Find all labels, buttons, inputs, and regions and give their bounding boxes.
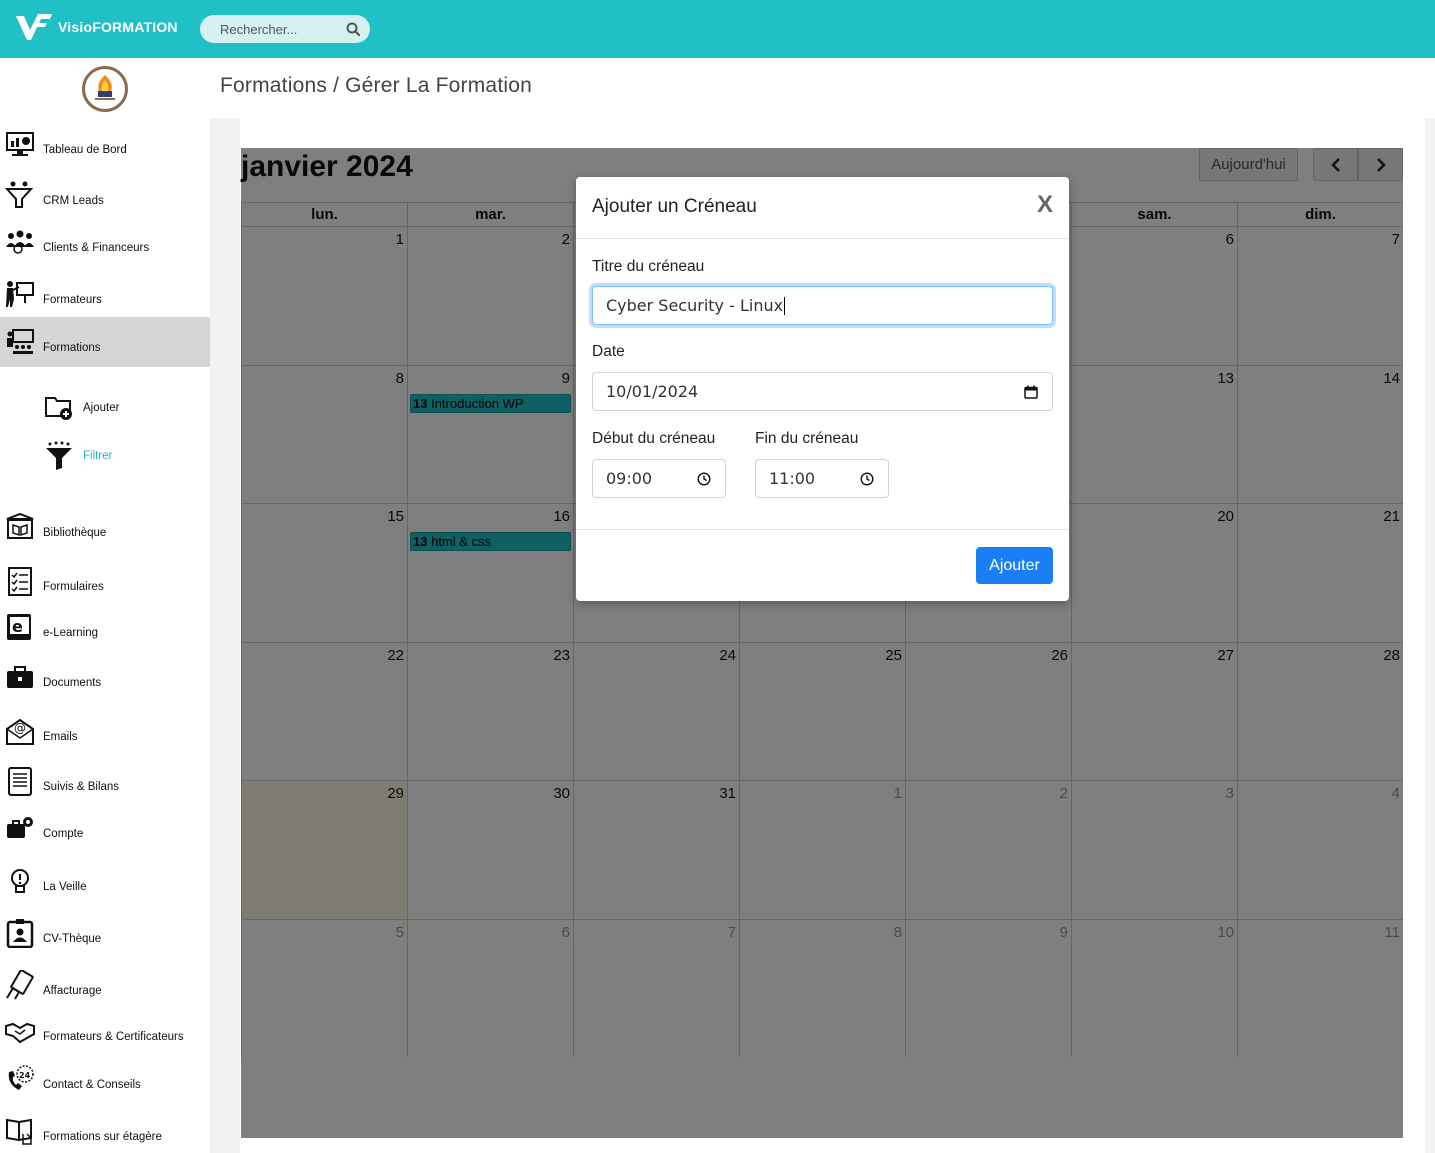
- svg-text:e: e: [12, 617, 23, 636]
- sidebar-item-cv-th-que[interactable]: CV-Thèque: [0, 914, 210, 952]
- elearning-book-icon: e: [7, 614, 31, 640]
- search-icon[interactable]: [346, 22, 360, 36]
- sidebar-item-formations-sur-tag-re[interactable]: Formations sur étagère: [0, 1112, 210, 1150]
- brand-name: VisioFORMATION: [58, 19, 178, 35]
- sidebar-item-clients-financeurs[interactable]: Clients & Financeurs: [0, 224, 210, 260]
- search-box: [200, 15, 370, 43]
- sidebar-item-label: Bibliothèque: [43, 527, 107, 539]
- sidebar-item-tableau-de-bord[interactable]: Tableau de Bord: [0, 128, 210, 160]
- slot-title-input[interactable]: Cyber Security - Linux: [592, 286, 1053, 325]
- sidebar-item-formateurs-certificateurs[interactable]: Formateurs & Certificateurs: [0, 1014, 210, 1048]
- add-slot-button[interactable]: Ajouter: [976, 547, 1053, 584]
- sidebar-subitem-filtrer[interactable]: Filtrer: [0, 438, 210, 476]
- app-logo[interactable]: VisioFORMATION: [14, 12, 178, 42]
- sidebar-item-crm-leads[interactable]: CRM Leads: [0, 172, 210, 218]
- sidebar-item-emails[interactable]: @ Emails: [0, 710, 210, 752]
- sidebar-item-label: Contact & Conseils: [43, 1079, 141, 1091]
- end-time-value: 11:00: [769, 469, 816, 488]
- trainer-board-icon: [6, 281, 34, 307]
- date-value: 10/01/2024: [606, 382, 699, 401]
- end-time-label: Fin du créneau: [755, 430, 859, 447]
- account-gear-icon: [7, 817, 33, 838]
- svg-text:@: @: [14, 721, 26, 735]
- slot-title-value: Cyber Security - Linux: [606, 296, 784, 315]
- sidebar-item-label: Tableau de Bord: [43, 144, 127, 156]
- book-hand-icon: [6, 1118, 32, 1145]
- library-icon: [6, 512, 34, 539]
- search-input[interactable]: [200, 15, 340, 43]
- badge-id-icon: [6, 919, 34, 948]
- sidebar-item-compte[interactable]: Compte: [0, 810, 210, 846]
- date-label: Date: [592, 343, 625, 360]
- start-time-input[interactable]: 09:00: [592, 459, 726, 498]
- form-checklist-icon: [8, 567, 32, 596]
- folder-add-icon: [45, 397, 72, 420]
- date-input[interactable]: 10/01/2024: [592, 372, 1053, 411]
- funnel-people-icon: [5, 181, 34, 208]
- sidebar-item-label: e-Learning: [43, 627, 98, 639]
- sidebar-item-label: Formateurs: [43, 294, 102, 306]
- sidebar-item-label: Affacturage: [43, 985, 102, 997]
- sidebar-item-label: Emails: [43, 731, 78, 743]
- filter-funnel-icon: [46, 441, 72, 470]
- sidebar-item-la-veille[interactable]: La Veille: [0, 862, 210, 900]
- sidebar-item-documents[interactable]: Documents: [0, 658, 210, 696]
- add-slot-modal: Ajouter un Créneau X Titre du créneau Cy…: [576, 177, 1069, 601]
- svg-text:24: 24: [19, 1071, 31, 1080]
- modal-footer-divider: [576, 529, 1069, 530]
- modal-title: Ajouter un Créneau: [592, 196, 757, 217]
- lightbulb-icon: [11, 869, 29, 893]
- sidebar-item-label: Formations: [43, 342, 101, 354]
- modal-header: Ajouter un Créneau X: [576, 177, 1069, 239]
- slot-title-label: Titre du créneau: [592, 258, 705, 275]
- sidebar-item-label: Formulaires: [43, 581, 104, 593]
- sidebar-subitem-ajouter[interactable]: Ajouter: [0, 390, 210, 428]
- sidebar-item-e-learning[interactable]: e e-Learning: [0, 608, 210, 646]
- sidebar-item-label: Formations sur étagère: [43, 1131, 162, 1143]
- sidebar-item-formateurs[interactable]: Formateurs: [0, 276, 210, 312]
- classroom-icon: [7, 329, 34, 354]
- sidebar-item-biblioth-que[interactable]: Bibliothèque: [0, 510, 210, 544]
- organization-logo: [82, 66, 128, 112]
- end-time-input[interactable]: 11:00: [755, 459, 889, 498]
- sidebar-item-label: Documents: [43, 677, 102, 689]
- start-time-value: 09:00: [606, 469, 653, 488]
- sidebar-item-label: CV-Thèque: [43, 933, 102, 945]
- breadcrumb: Formations / Gérer La Formation: [220, 74, 532, 97]
- handshake-icon: [5, 1022, 35, 1044]
- sidebar-subitem-label: Filtrer: [83, 450, 113, 462]
- sidebar-item-label: La Veille: [43, 881, 87, 893]
- sidebar-item-contact-conseils[interactable]: 24 Contact & Conseils: [0, 1062, 210, 1096]
- sidebar-item-label: Clients & Financeurs: [43, 242, 150, 254]
- sidebar-item-label: Compte: [43, 828, 84, 840]
- briefcase-icon: [7, 666, 33, 688]
- text-cursor: [784, 296, 786, 315]
- report-tablet-icon: [8, 767, 32, 796]
- close-button[interactable]: X: [1037, 191, 1053, 219]
- group-icon: [6, 230, 34, 254]
- phone-24-icon: 24: [8, 1065, 34, 1090]
- calendar-icon[interactable]: [1024, 385, 1038, 399]
- email-at-icon: @: [6, 718, 34, 745]
- clock-icon[interactable]: [697, 472, 711, 486]
- top-bar: VisioFORMATION: [0, 0, 1435, 58]
- sidebar-item-formations[interactable]: Formations: [0, 317, 210, 367]
- sidebar-subitem-label: Ajouter: [83, 402, 120, 414]
- dashboard-monitor-icon: [6, 132, 34, 156]
- money-hand-icon: [6, 970, 34, 1000]
- clock-icon[interactable]: [860, 472, 874, 486]
- start-time-label: Début du créneau: [592, 430, 716, 447]
- sidebar-item-label: Formateurs & Certificateurs: [43, 1031, 184, 1043]
- sidebar-item-suivis-bilans[interactable]: Suivis & Bilans: [0, 760, 210, 802]
- sidebar-item-affacturage[interactable]: Affacturage: [0, 966, 210, 1004]
- vf-logo-icon: [14, 12, 54, 42]
- sidebar-item-formulaires[interactable]: Formulaires: [0, 560, 210, 602]
- sidebar-item-label: CRM Leads: [43, 195, 104, 207]
- sidebar-item-label: Suivis & Bilans: [43, 781, 120, 793]
